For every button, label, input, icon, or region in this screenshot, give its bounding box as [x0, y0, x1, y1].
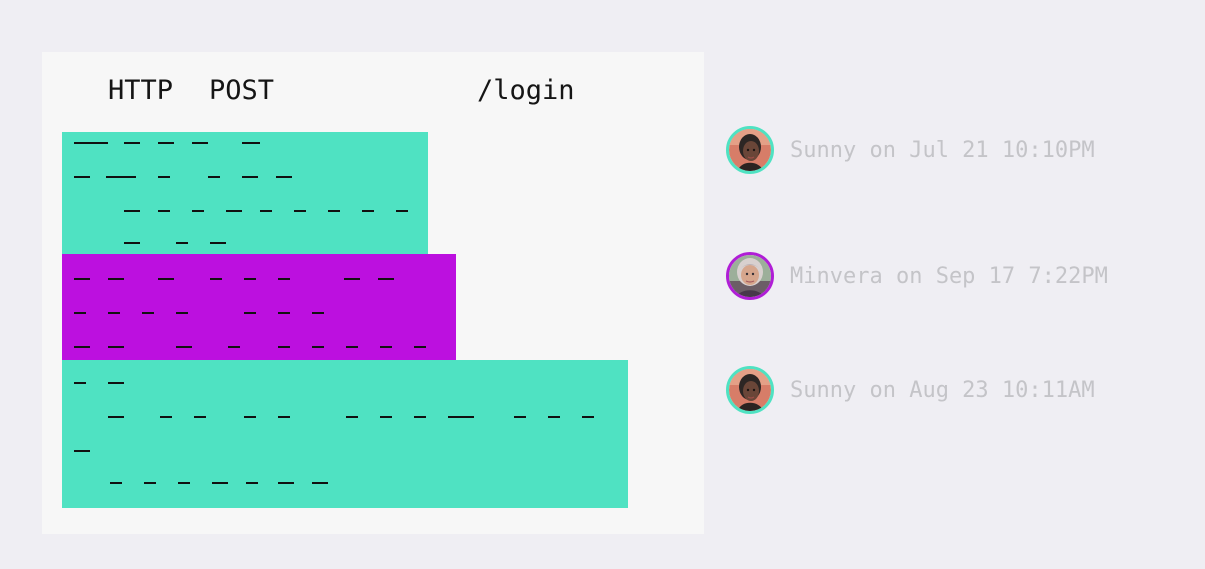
- comment-meta: Sunny on Aug 23 10:11AM: [790, 377, 1095, 403]
- redacted-text-mark: [108, 312, 120, 314]
- redacted-text-mark: [414, 346, 426, 348]
- redacted-text-mark: [396, 210, 408, 212]
- redacted-text-mark: [124, 210, 140, 212]
- redacted-text-mark: [142, 312, 154, 314]
- redacted-text-mark: [74, 142, 108, 144]
- code-block-sunny-2[interactable]: [62, 360, 628, 508]
- redacted-text-mark: [176, 312, 188, 314]
- comment-meta: Minvera on Sep 17 7:22PM: [790, 263, 1108, 289]
- redacted-text-mark: [582, 416, 594, 418]
- redacted-text-mark: [312, 482, 328, 484]
- redacted-text-mark: [548, 416, 560, 418]
- redacted-text-mark: [74, 382, 86, 384]
- redacted-text-mark: [74, 346, 90, 348]
- redacted-text-mark: [242, 176, 258, 178]
- redacted-text-mark: [378, 278, 394, 280]
- redacted-text-mark: [278, 278, 290, 280]
- request-path: /login: [477, 75, 575, 106]
- redacted-text-mark: [194, 416, 206, 418]
- redacted-text-mark: [312, 312, 324, 314]
- redacted-text-mark: [192, 142, 208, 144]
- sunny-avatar-icon: [729, 369, 771, 411]
- comment-entry-minvera[interactable]: Minvera on Sep 17 7:22PM: [726, 252, 1108, 300]
- redacted-text-mark: [124, 242, 140, 244]
- redacted-text-mark: [244, 312, 256, 314]
- redacted-text-mark: [414, 416, 426, 418]
- redacted-text-mark: [294, 210, 306, 212]
- redacted-text-mark: [242, 142, 260, 144]
- redacted-text-mark: [178, 482, 190, 484]
- redacted-text-mark: [144, 482, 156, 484]
- code-block-sunny-1[interactable]: [62, 132, 428, 254]
- redacted-text-mark: [246, 482, 258, 484]
- redacted-text-mark: [514, 416, 526, 418]
- redacted-text-mark: [226, 210, 242, 212]
- redacted-text-mark: [278, 312, 290, 314]
- redacted-text-mark: [210, 278, 222, 280]
- redacted-text-mark: [346, 346, 358, 348]
- redacted-text-mark: [158, 210, 170, 212]
- request-method: POST: [209, 75, 275, 106]
- redacted-text-mark: [276, 176, 292, 178]
- redacted-text-mark: [346, 416, 358, 418]
- redacted-text-mark: [108, 346, 124, 348]
- avatar[interactable]: [726, 366, 774, 414]
- minvera-avatar-icon: [729, 255, 771, 297]
- redacted-text-mark: [278, 346, 290, 348]
- redacted-text-mark: [380, 346, 392, 348]
- redacted-text-mark: [210, 242, 226, 244]
- redacted-text-mark: [278, 416, 290, 418]
- request-card: HTTP POST /login: [42, 52, 704, 534]
- redacted-text-mark: [74, 176, 90, 178]
- code-block-minvera[interactable]: [62, 254, 456, 360]
- comment-entry-sunny-aug[interactable]: Sunny on Aug 23 10:11AM: [726, 366, 1095, 414]
- redacted-text-mark: [244, 416, 256, 418]
- redacted-text-mark: [228, 346, 240, 348]
- redacted-text-mark: [328, 210, 340, 212]
- request-protocol: HTTP: [108, 75, 174, 106]
- redacted-text-mark: [212, 482, 228, 484]
- redacted-text-mark: [108, 382, 124, 384]
- redacted-text-mark: [192, 210, 204, 212]
- redacted-text-mark: [108, 416, 124, 418]
- redacted-text-mark: [74, 278, 90, 280]
- redacted-text-mark: [74, 312, 86, 314]
- redacted-text-mark: [158, 176, 170, 178]
- redacted-text-mark: [160, 416, 172, 418]
- redacted-text-mark: [176, 242, 188, 244]
- redacted-text-mark: [124, 142, 140, 144]
- redacted-text-mark: [312, 346, 324, 348]
- redacted-text-mark: [278, 482, 294, 484]
- redacted-text-mark: [244, 278, 256, 280]
- redacted-text-mark: [106, 176, 136, 178]
- redacted-text-mark: [110, 482, 122, 484]
- comment-meta: Sunny on Jul 21 10:10PM: [790, 137, 1095, 163]
- redacted-text-mark: [158, 278, 174, 280]
- redacted-text-mark: [158, 142, 174, 144]
- redacted-text-mark: [380, 416, 392, 418]
- redacted-text-mark: [362, 210, 374, 212]
- redacted-text-mark: [108, 278, 124, 280]
- redacted-text-mark: [74, 450, 90, 452]
- redacted-text-mark: [260, 210, 272, 212]
- avatar[interactable]: [726, 126, 774, 174]
- redacted-text-mark: [448, 416, 474, 418]
- avatar[interactable]: [726, 252, 774, 300]
- comment-entry-sunny-jul[interactable]: Sunny on Jul 21 10:10PM: [726, 126, 1095, 174]
- redacted-text-mark: [208, 176, 220, 178]
- redacted-text-mark: [344, 278, 360, 280]
- redacted-text-mark: [176, 346, 192, 348]
- request-line: HTTP POST /login: [108, 74, 575, 108]
- sunny-avatar-icon: [729, 129, 771, 171]
